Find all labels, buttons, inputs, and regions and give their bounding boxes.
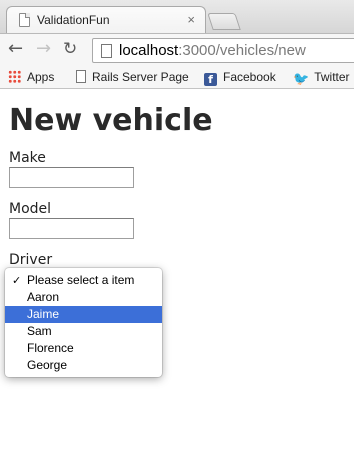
bookmark-rails-label: Rails Server Page: [92, 70, 189, 84]
document-icon: [76, 70, 86, 83]
facebook-icon: f: [204, 73, 217, 86]
driver-option-label: Florence: [27, 341, 74, 355]
bookmark-twitter[interactable]: 🐦 Twitter: [293, 70, 350, 87]
driver-option[interactable]: George: [5, 357, 162, 374]
url-host: localhost: [119, 42, 179, 59]
driver-option-label: Please select a item: [27, 273, 135, 287]
driver-option[interactable]: Florence: [5, 340, 162, 357]
page-favicon-icon: [19, 13, 30, 27]
model-input[interactable]: [9, 218, 134, 239]
driver-option-label: Aaron: [27, 290, 60, 304]
bookmark-rails-server-page[interactable]: Rails Server Page: [76, 70, 189, 84]
driver-select-dropdown[interactable]: ✓ Please select a item Aaron Jaime Sam Fl…: [5, 268, 162, 377]
make-label: Make: [9, 150, 46, 166]
driver-field: Driver: [9, 252, 349, 268]
url-text[interactable]: localhost:3000/vehicles/new: [119, 42, 306, 59]
tab-strip: ValidationFun ×: [0, 0, 354, 34]
url-path: :3000/vehicles/new: [178, 42, 306, 59]
browser-toolbar: ← → ↻ localhost:3000/vehicles/new: [0, 33, 354, 66]
bookmarks-bar: Apps Rails Server Page f Facebook 🐦 Twitte…: [0, 66, 354, 89]
reload-icon[interactable]: ↻: [63, 39, 77, 59]
bookmark-twitter-label: Twitter: [314, 70, 350, 84]
tab-title: ValidationFun: [37, 13, 110, 27]
driver-option[interactable]: ✓ Please select a item: [5, 272, 162, 289]
driver-option-highlighted[interactable]: Jaime: [5, 306, 162, 323]
new-tab-button[interactable]: [207, 13, 241, 30]
driver-option[interactable]: Aaron: [5, 289, 162, 306]
page-content: New vehicle Make Model Driver: [9, 103, 349, 268]
bookmark-facebook[interactable]: f Facebook: [204, 70, 276, 86]
model-field: Model: [9, 201, 349, 239]
driver-option-label: Sam: [27, 324, 52, 338]
forward-arrow-icon[interactable]: →: [36, 39, 51, 59]
twitter-bird-icon: 🐦: [293, 71, 310, 86]
driver-label: Driver: [9, 252, 53, 268]
tab-active[interactable]: ValidationFun ×: [6, 6, 206, 34]
page-title: New vehicle: [9, 103, 213, 138]
back-arrow-icon[interactable]: ←: [8, 39, 23, 59]
model-label: Model: [9, 201, 52, 217]
checkmark-icon: ✓: [12, 274, 22, 287]
bookmark-apps-label: Apps: [27, 70, 55, 84]
page-icon: [101, 44, 112, 58]
apps-grid-icon: [8, 70, 21, 83]
driver-option[interactable]: Sam: [5, 323, 162, 340]
driver-option-label: Jaime: [27, 307, 60, 321]
close-tab-icon[interactable]: ×: [187, 12, 195, 27]
address-bar[interactable]: localhost:3000/vehicles/new: [92, 38, 354, 63]
bookmark-facebook-label: Facebook: [223, 70, 276, 84]
make-input[interactable]: [9, 167, 134, 188]
driver-option-label: George: [27, 358, 68, 372]
bookmark-apps[interactable]: Apps: [8, 70, 54, 84]
make-field: Make: [9, 150, 349, 188]
